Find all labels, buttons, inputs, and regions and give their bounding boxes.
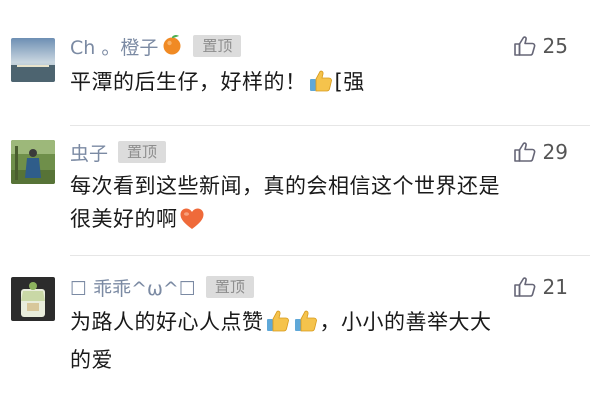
comment-text: 平潭的后生仔，好样的！ [强 bbox=[70, 66, 570, 104]
comment-text: 为路人的好心人点赞 ，小小的善举大大 的爱 bbox=[70, 306, 570, 377]
comment-text-line: 每次看到这些新闻，真的会相信这个世界还是 bbox=[70, 174, 500, 198]
avatar[interactable] bbox=[11, 140, 55, 184]
thumbs-up-icon bbox=[513, 140, 543, 164]
like-button[interactable]: 25 bbox=[513, 33, 568, 59]
comment-text-line: 为路人的好心人点赞 ，小小的善举大大 bbox=[70, 306, 570, 344]
comment-header: 虫子 置顶 bbox=[70, 139, 167, 166]
like-count: 25 bbox=[542, 34, 568, 58]
comment-text-line: 的爱 bbox=[70, 348, 113, 372]
comment-header: ☐ 乖乖^ω^☐ 置顶 bbox=[70, 274, 254, 300]
pinned-badge: 置顶 bbox=[205, 276, 254, 298]
thumbs-up-emoji bbox=[293, 308, 319, 344]
nickname[interactable]: Ch 。橙子 bbox=[70, 33, 158, 60]
orange-emoji bbox=[161, 33, 183, 59]
pinned-badge: 置顶 bbox=[118, 141, 167, 163]
thumbs-up-icon bbox=[513, 34, 543, 58]
comment-text-body: ，小小的善举大大 bbox=[319, 310, 492, 334]
comment-header: Ch 。橙子 置顶 bbox=[70, 33, 242, 60]
comment-text-line: 很美好的啊 bbox=[70, 203, 570, 241]
avatar[interactable] bbox=[11, 277, 55, 321]
avatar[interactable] bbox=[11, 38, 55, 82]
thumbs-up-icon bbox=[513, 275, 543, 299]
like-button[interactable]: 29 bbox=[513, 139, 568, 165]
comment-text-body: 平潭的后生仔，好样的！ bbox=[70, 70, 307, 94]
comment-text: 每次看到这些新闻，真的会相信这个世界还是 很美好的啊 bbox=[70, 170, 570, 241]
comment-text-body: 很美好的啊 bbox=[70, 207, 178, 231]
nickname[interactable]: 虫子 bbox=[70, 139, 108, 166]
divider bbox=[70, 255, 590, 256]
like-count: 21 bbox=[542, 275, 568, 299]
comment-text-body: 为路人的好心人点赞 bbox=[70, 310, 264, 334]
comment-trailing-text: [强 bbox=[334, 70, 365, 94]
pinned-badge: 置顶 bbox=[193, 35, 242, 57]
divider bbox=[70, 125, 590, 126]
like-count: 29 bbox=[542, 140, 568, 164]
like-button[interactable]: 21 bbox=[513, 274, 568, 300]
thumbs-up-emoji bbox=[265, 308, 291, 344]
heart-emoji bbox=[179, 207, 205, 241]
nickname[interactable]: ☐ 乖乖^ω^☐ bbox=[70, 274, 196, 301]
thumbs-up-emoji bbox=[308, 68, 334, 104]
